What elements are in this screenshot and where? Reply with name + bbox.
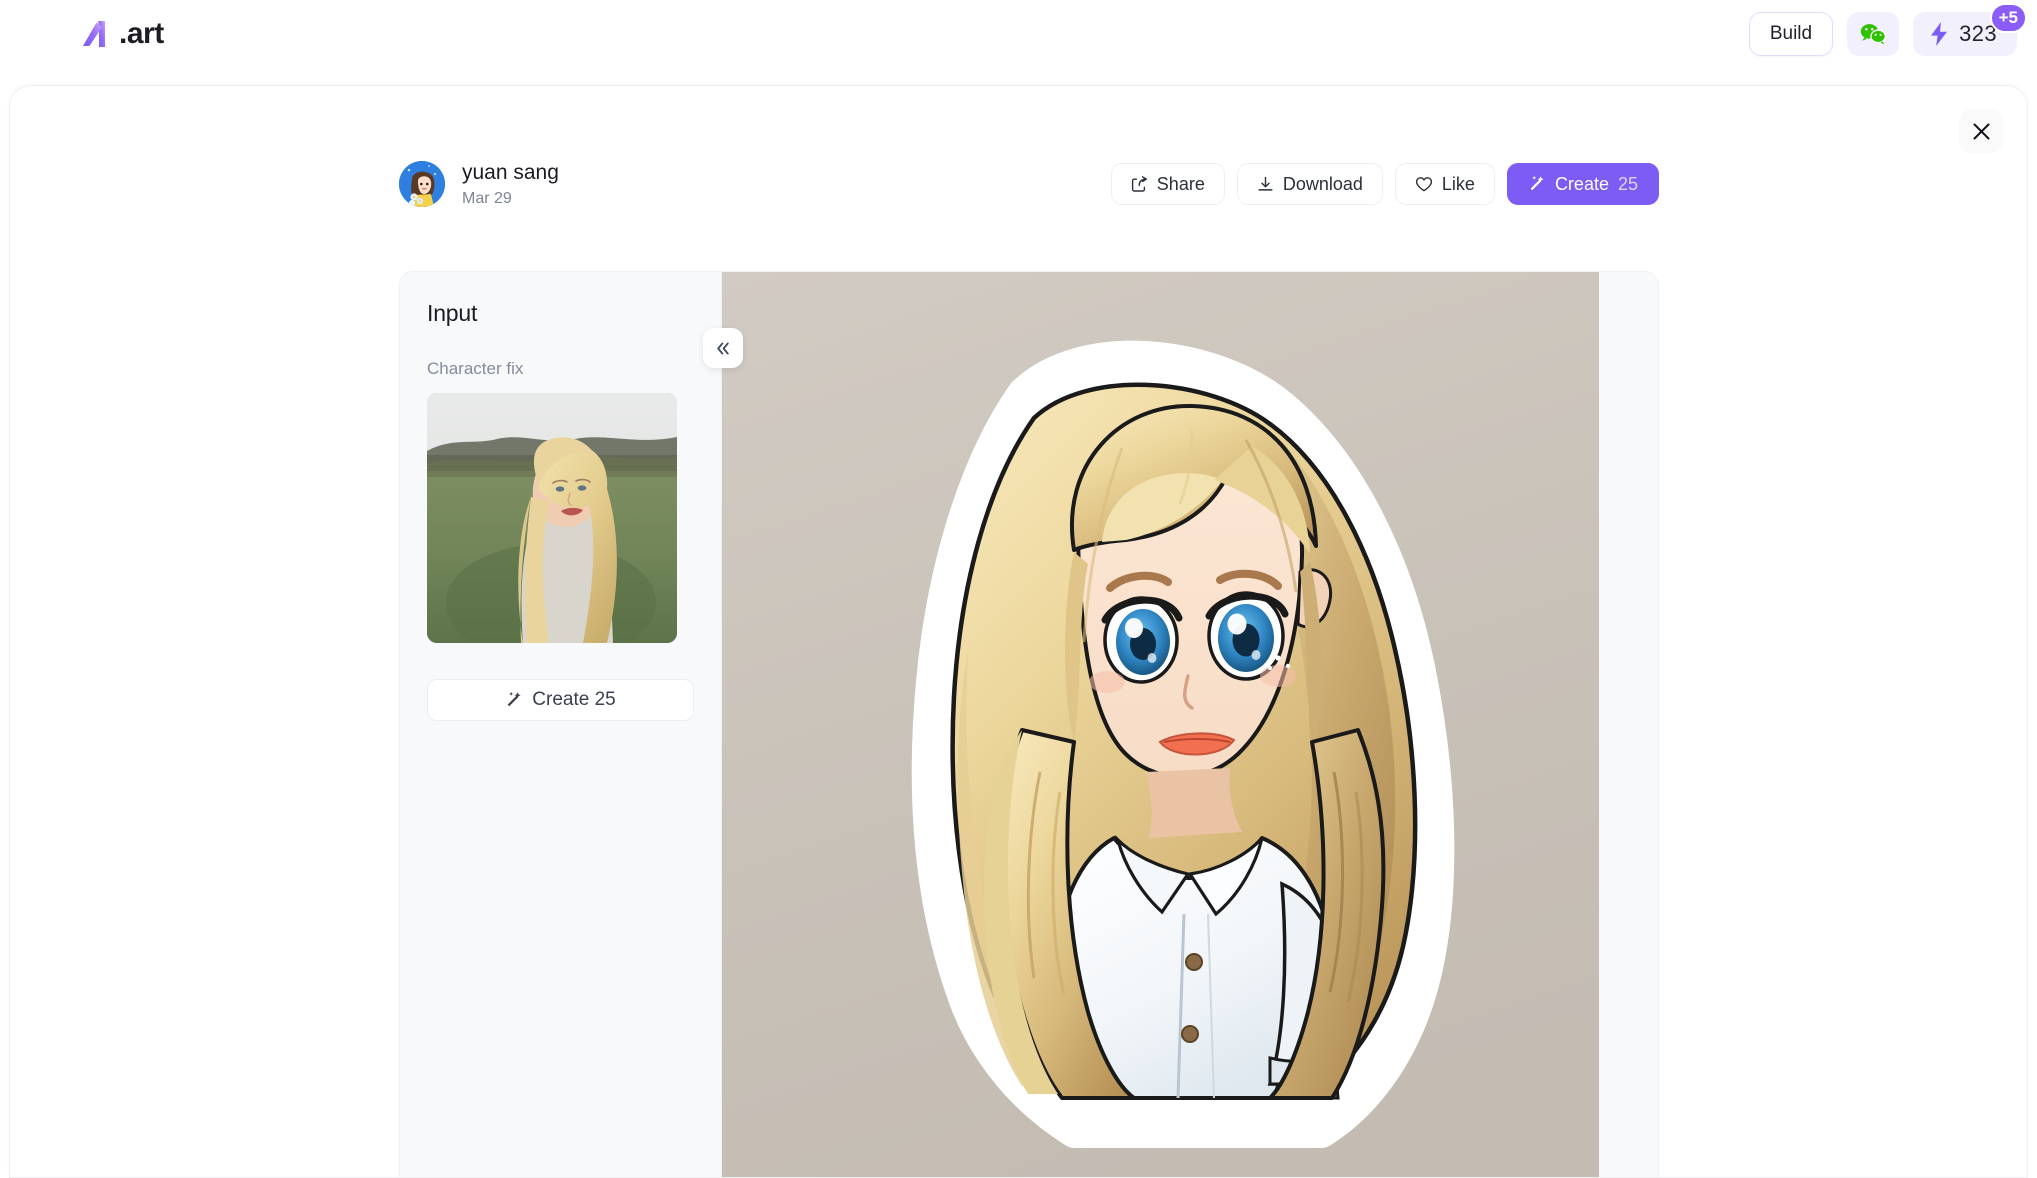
share-button-label: Share: [1156, 173, 1205, 194]
chevron-double-left-icon: [714, 341, 732, 356]
content-panel: Input Character fix Create 25: [399, 271, 1659, 1177]
brand-logo-text: .art: [119, 17, 164, 50]
wechat-button[interactable]: [1847, 12, 1900, 56]
magic-wand-icon: [505, 691, 523, 709]
close-button[interactable]: [1959, 109, 2003, 153]
download-button-label: Download: [1282, 173, 1363, 194]
wechat-icon: [1860, 23, 1887, 45]
heart-icon: [1415, 176, 1433, 193]
create-button[interactable]: Create 25: [1506, 163, 1659, 205]
sidebar-create-button[interactable]: Create 25: [427, 679, 694, 721]
author-name: yuan sang: [462, 160, 559, 184]
artwork-viewer: [722, 272, 1658, 1177]
brand-logo[interactable]: .art: [78, 14, 164, 54]
input-sidebar: Input Character fix Create 25: [400, 272, 743, 1177]
sidebar-create-label: Create 25: [532, 689, 616, 710]
close-icon: [1972, 122, 1991, 141]
collapse-sidebar-button[interactable]: [703, 328, 743, 368]
sidebar-title: Input: [427, 300, 478, 326]
like-button-label: Like: [1441, 173, 1475, 194]
download-button[interactable]: Download: [1236, 163, 1383, 205]
like-button[interactable]: Like: [1394, 163, 1495, 205]
author-block[interactable]: yuan sang Mar 29: [399, 160, 559, 209]
lightning-bolt-icon: [1929, 21, 1949, 47]
top-header: .art Build 323 +5: [0, 0, 2037, 72]
generated-sticker-artwork[interactable]: [722, 272, 1599, 1177]
credits-bonus-badge: +5: [1989, 3, 2027, 33]
author-text: yuan sang Mar 29: [462, 160, 559, 209]
detail-modal: yuan sang Mar 29 Share Download Like Cre…: [9, 85, 2028, 1178]
action-buttons: Share Download Like Create 25: [1110, 163, 1659, 205]
post-date: Mar 29: [462, 189, 512, 207]
header-actions: Build 323 +5: [1748, 3, 2027, 56]
credits-button[interactable]: 323 +5: [1913, 3, 2027, 56]
input-field-label: Character fix: [427, 359, 524, 378]
post-meta-row: yuan sang Mar 29 Share Download Like Cre…: [399, 154, 1659, 214]
magic-wand-icon: [1528, 175, 1546, 193]
avatar: [399, 161, 445, 207]
a-mark-logo-icon: [78, 14, 118, 54]
input-reference-photo[interactable]: [427, 393, 677, 643]
build-button-label: Build: [1769, 23, 1813, 44]
build-button[interactable]: Build: [1748, 12, 1834, 56]
share-button[interactable]: Share: [1110, 163, 1225, 205]
create-button-label: Create: [1554, 173, 1609, 194]
download-icon: [1257, 176, 1274, 193]
create-button-cost: 25: [1617, 173, 1638, 194]
share-icon: [1131, 175, 1148, 193]
